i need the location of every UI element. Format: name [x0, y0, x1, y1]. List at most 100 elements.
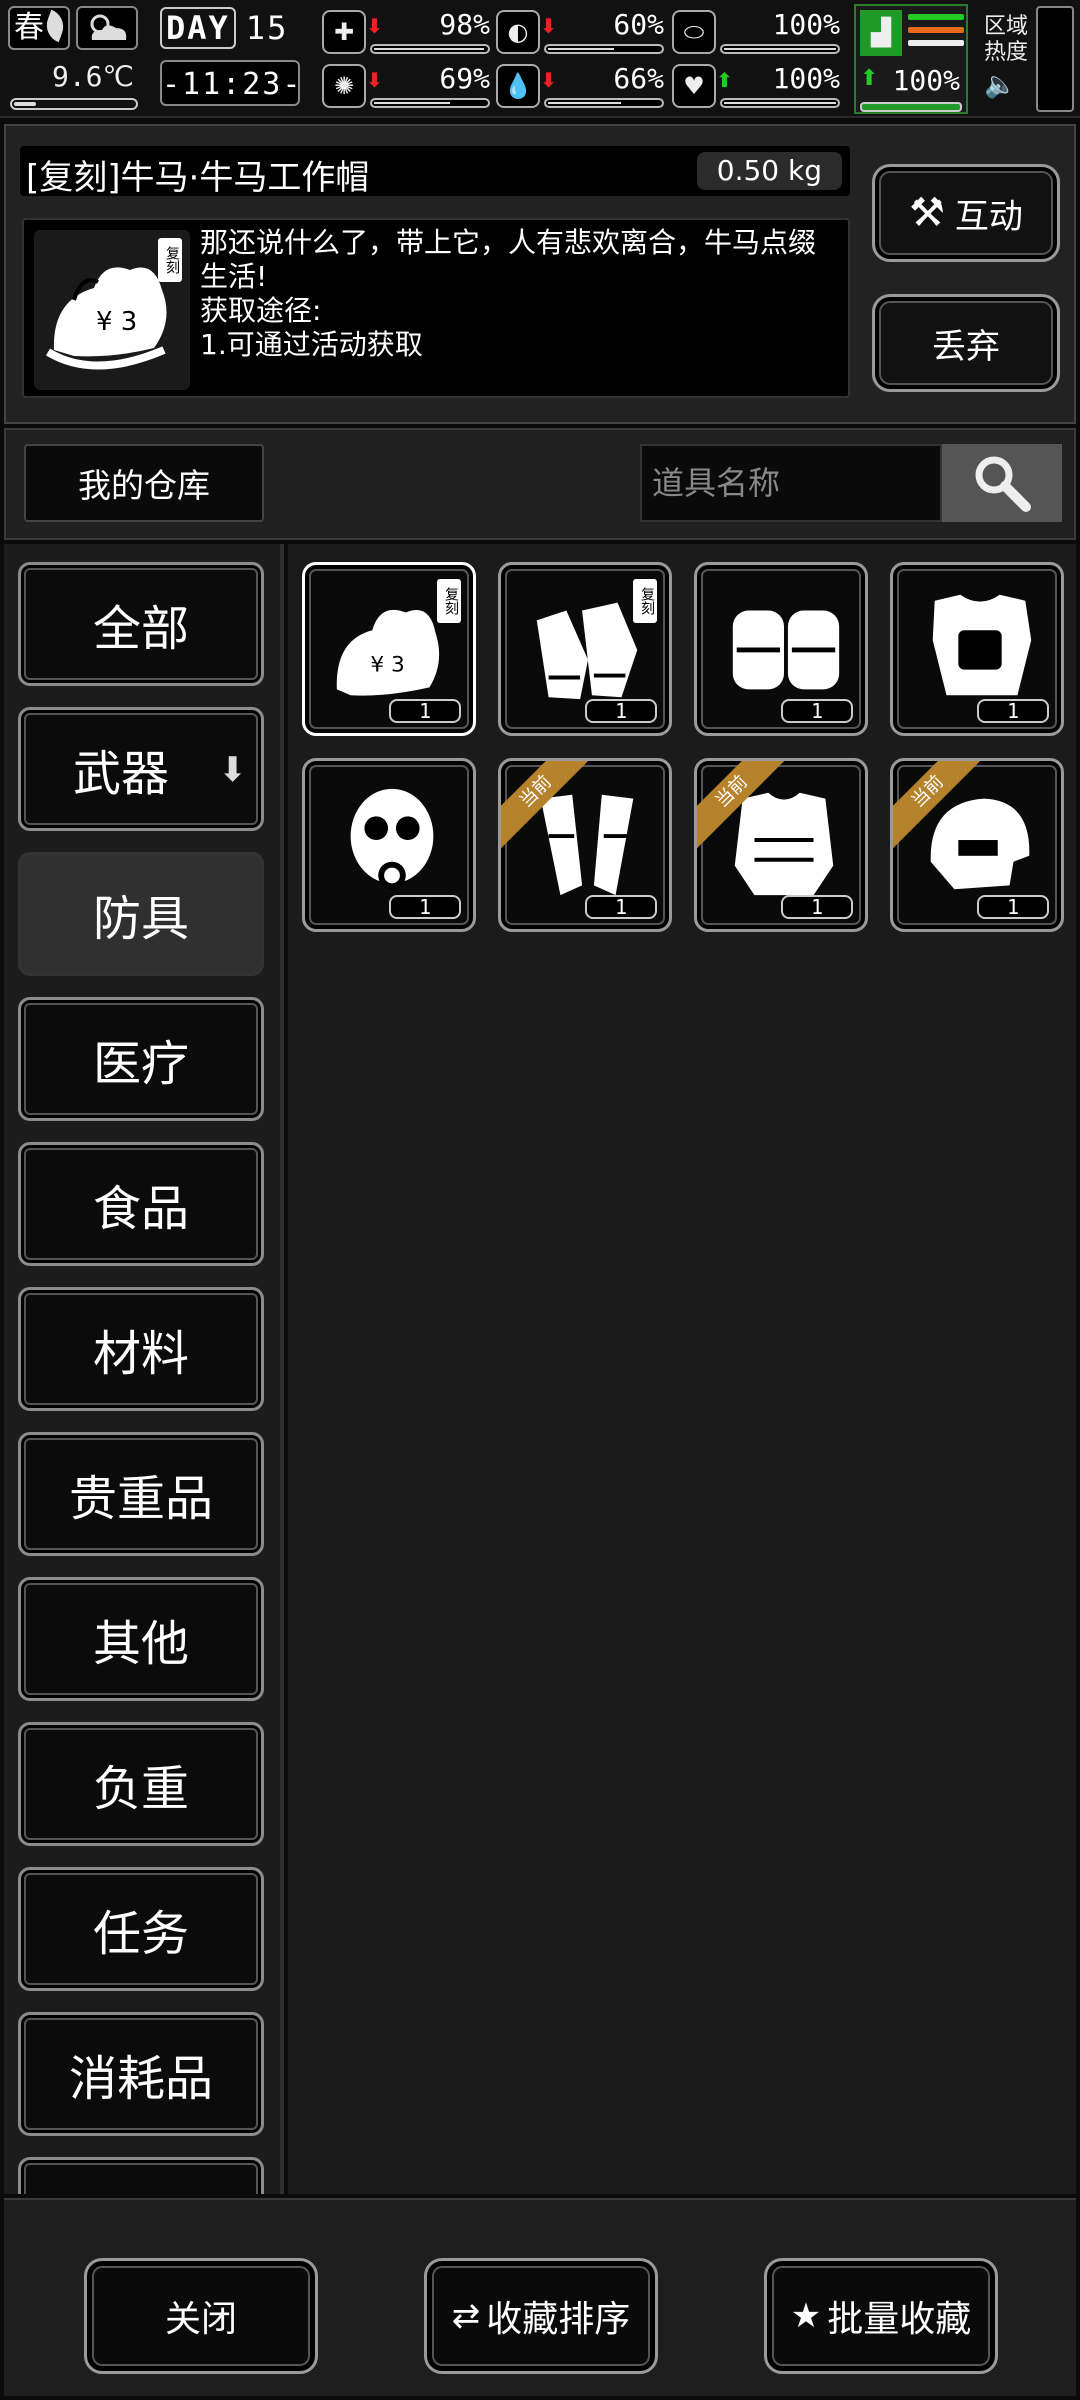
weather-icon: [76, 6, 138, 50]
temperature-gauge: 9.6℃: [10, 58, 140, 110]
interact-label: 互动: [954, 196, 1023, 237]
item-slot-gas-mask[interactable]: 1: [302, 758, 476, 932]
category-tab-3[interactable]: 医疗: [18, 997, 264, 1121]
item-title-bar: [复刻]牛马·牛马工作帽 0.50 kg: [20, 146, 850, 198]
category-tab-more[interactable]: [18, 2157, 264, 2194]
discard-button[interactable]: 丢弃: [872, 294, 1060, 392]
stat-bar: [720, 98, 840, 108]
category-label: 全部: [92, 601, 189, 657]
item-count: 1: [585, 895, 657, 919]
item-slot-body-armor[interactable]: 当前 1: [694, 758, 868, 932]
down-arrow-icon: ⬇: [540, 14, 557, 38]
category-label: 贵重品: [68, 1471, 213, 1527]
search-button[interactable]: [942, 444, 1062, 522]
temperature-value: 9.6℃: [51, 60, 134, 93]
area-heat-label: 区域热度: [984, 14, 1029, 65]
stomach-icon: ◐: [496, 10, 540, 54]
stat-bar: [370, 44, 490, 54]
warehouse-bar: 我的仓库: [4, 428, 1076, 540]
category-tab-2[interactable]: 防具: [18, 852, 264, 976]
item-slot-tactical-vest[interactable]: 1: [890, 562, 1064, 736]
warehouse-tab[interactable]: 我的仓库: [24, 444, 264, 522]
category-tab-7[interactable]: 其他: [18, 1577, 264, 1701]
stat-value: 60%: [613, 8, 664, 41]
heart-icon: ♥: [672, 64, 716, 108]
day-counter: DAY 15: [160, 6, 312, 50]
day-label: DAY: [160, 7, 236, 49]
water-drop-icon: 💧: [496, 64, 540, 108]
season-label: 春: [14, 10, 44, 45]
discard-label: 丢弃: [932, 326, 1000, 367]
category-tab-10[interactable]: 消耗品: [18, 2012, 264, 2136]
favorite-sort-button[interactable]: ⇄ 收藏排序: [424, 2258, 658, 2374]
category-tab-5[interactable]: 材料: [18, 1287, 264, 1411]
category-label: 任务: [92, 1906, 189, 1962]
interact-button[interactable]: ⚒ 互动: [872, 164, 1060, 262]
stat-bar: [544, 98, 664, 108]
stat-heart: ♥ ⬆ 100%: [672, 62, 840, 112]
item-thumbnail: ¥ 3 复刻: [34, 230, 190, 390]
stat-bar: [720, 44, 840, 54]
category-tab-6[interactable]: 贵重品: [18, 1432, 264, 1556]
item-count: 1: [781, 895, 853, 919]
item-slot-work-gloves[interactable]: 复刻 1: [498, 562, 672, 736]
bottom-bar: 关闭 ⇄ 收藏排序 ★ 批量收藏: [4, 2198, 1076, 2396]
area-heat: 区域热度 🔈: [984, 14, 1028, 98]
down-arrow-icon: ⬇: [366, 14, 383, 38]
search-icon: [975, 456, 1031, 512]
item-count: 1: [389, 895, 461, 919]
speaker-icon[interactable]: 🔈: [984, 72, 1028, 98]
up-arrow-icon: ⬆: [716, 68, 733, 92]
day-number: 15: [245, 9, 289, 47]
down-arrow-icon: ⬇: [218, 750, 248, 790]
stat-value: 100%: [772, 8, 840, 41]
stat-brain: ✺ ⬇ 69%: [322, 62, 490, 112]
stat-stomach: ◐ ⬇ 60%: [496, 8, 664, 58]
item-slot-knee-pads[interactable]: 1: [694, 562, 868, 736]
stat-value: 98%: [439, 8, 490, 41]
item-slot-tactical-helmet[interactable]: 当前 1: [890, 758, 1064, 932]
stat-bar: [544, 44, 664, 54]
item-grid: ¥ 3 复刻 1 复刻 1 1 1 1 当前 1 当前 1 当前 1: [288, 544, 1076, 2194]
category-label: 防具: [92, 891, 189, 947]
category-tab-4[interactable]: 食品: [18, 1142, 264, 1266]
category-sidebar[interactable]: 全部武器 ⬇ 防具医疗食品材料贵重品其他负重任务消耗品: [4, 544, 284, 2194]
category-tab-0[interactable]: 全部: [18, 562, 264, 686]
batch-favorite-button[interactable]: ★ 批量收藏: [764, 2258, 998, 2374]
category-tab-9[interactable]: 任务: [18, 1867, 264, 1991]
category-label: 医疗: [92, 1036, 189, 1092]
gas-mask-icon: [350, 788, 434, 890]
item-search-input[interactable]: [640, 444, 942, 522]
category-tab-1[interactable]: 武器 ⬇: [18, 707, 264, 831]
category-label: 负重: [92, 1761, 189, 1817]
item-slot-shin-guards[interactable]: 当前 1: [498, 758, 672, 932]
close-label: 关闭: [164, 2299, 237, 2340]
status-bar: 春 9.6℃ DAY 15 -11:23- ✚ ⬇ 98% ◐ ⬇ 60% ⬭ 100% ✺ ⬇ 69…: [0, 0, 1080, 118]
category-tab-8[interactable]: 负重: [18, 1722, 264, 1846]
stat-bar: [370, 98, 490, 108]
swap-arrows-icon: ⇄: [451, 2296, 481, 2336]
category-label: 武器: [72, 746, 169, 802]
up-arrow-icon: ⬆: [860, 66, 879, 91]
item-description: 那还说什么了，带上它，人有悲欢离合，牛马点缀生活! 获取途径: 1.可通过活动获…: [200, 226, 817, 361]
category-label: 消耗品: [68, 2051, 213, 2107]
category-label: 其他: [92, 1616, 189, 1672]
brain-icon: ✺: [322, 64, 366, 108]
item-count: 1: [977, 895, 1049, 919]
stat-pill: ⬭ 100%: [672, 8, 840, 58]
item-slot-horse-work-hat[interactable]: ¥ 3 复刻 1: [302, 562, 476, 736]
down-arrow-icon: ⬇: [366, 68, 383, 92]
close-button[interactable]: 关闭: [84, 2258, 318, 2374]
temperature-bar: [10, 98, 138, 110]
medkit-icon: ✚: [322, 10, 366, 54]
stamina-panel: ▟ ⬆ 100%: [854, 4, 968, 114]
knee-pads-icon: [732, 610, 840, 690]
item-count: 1: [585, 699, 657, 723]
leaf-icon: [41, 9, 69, 43]
stamina-bar: [860, 102, 962, 112]
item-description-box: ¥ 3 复刻 那还说什么了，带上它，人有悲欢离合，牛马点缀生活! 获取途径: 1…: [22, 218, 850, 398]
item-count: 1: [977, 699, 1049, 723]
remake-tag: 复刻: [158, 238, 182, 282]
item-name: [复刻]牛马·牛马工作帽: [26, 158, 370, 198]
stat-water-drop: 💧 ⬇ 66%: [496, 62, 664, 112]
